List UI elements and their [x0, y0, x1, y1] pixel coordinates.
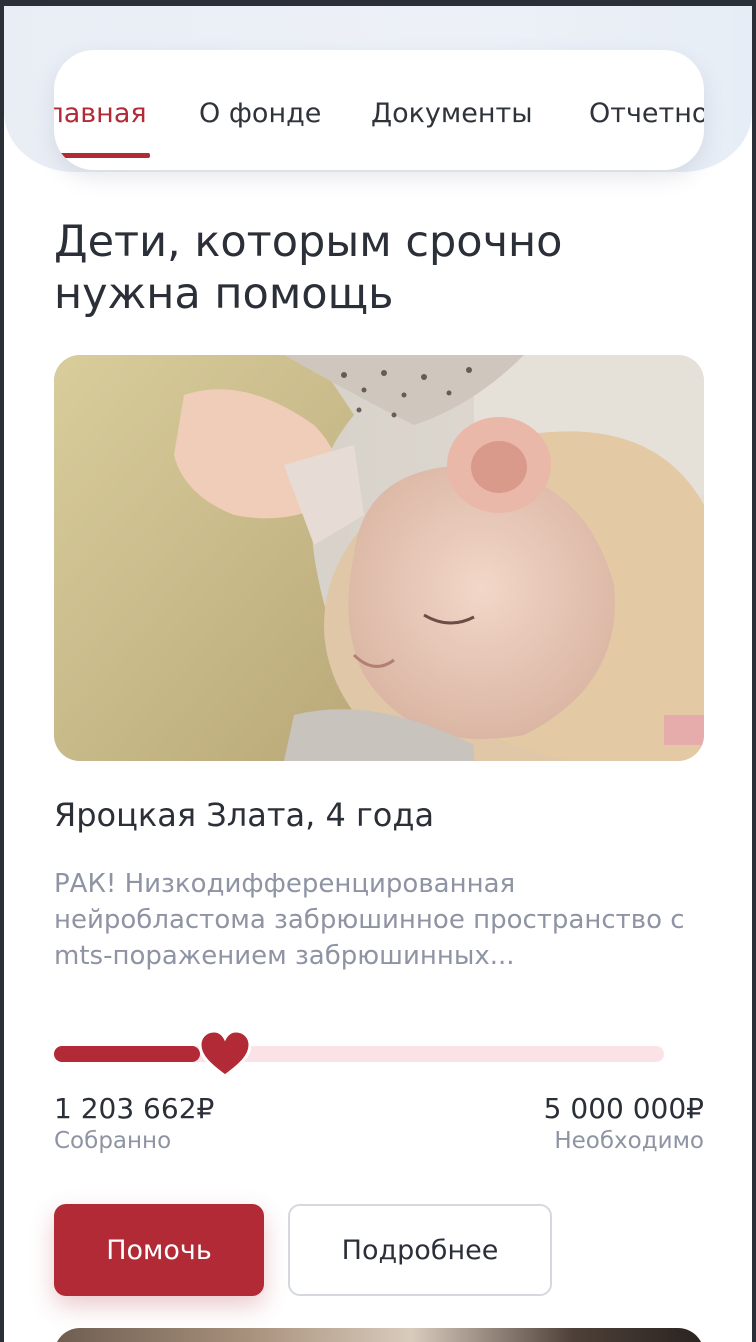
donation-progress-fill [54, 1046, 200, 1062]
nav-item-reports[interactable]: Отчетность [589, 98, 704, 129]
details-button[interactable]: Подробнее [288, 1204, 552, 1296]
child-photo-image [54, 355, 704, 761]
child-description: РАК! Низкодифференцированная нейробласто… [54, 869, 685, 971]
section-heading: Дети, которым срочно нужна помощь [54, 217, 563, 319]
nav-item-home[interactable]: Главная [54, 98, 147, 129]
heart-icon [198, 1029, 252, 1078]
help-button[interactable]: Помочь [54, 1204, 264, 1296]
needed-amount: 5 000 000₽ [543, 1092, 704, 1125]
child-photo[interactable] [54, 355, 704, 761]
nav-track[interactable]: Главная О фонде Документы Отчетность [54, 50, 704, 170]
child-name: Яроцкая Злата, 4 года [54, 796, 435, 834]
collected-amount: 1 203 662₽ [54, 1092, 215, 1125]
collected-label: Собранно [54, 1128, 172, 1154]
needed-label: Необходимо [554, 1128, 704, 1154]
donation-progress-bar [54, 1029, 664, 1078]
nav-item-documents[interactable]: Документы [371, 98, 533, 129]
nav-active-indicator [54, 153, 150, 158]
page: Главная О фонде Документы Отчетность Дет… [4, 6, 752, 1342]
main-nav: Главная О фонде Документы Отчетность [54, 50, 704, 170]
next-child-card-photo[interactable] [54, 1328, 704, 1342]
nav-item-about[interactable]: О фонде [199, 98, 321, 129]
